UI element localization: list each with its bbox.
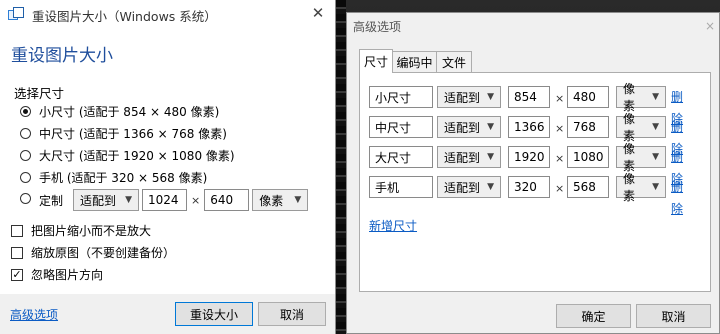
unit-value: 像素 — [623, 142, 636, 173]
delete-link[interactable]: 删除 — [671, 176, 683, 220]
unit-value: 像素 — [623, 112, 636, 143]
chevron-down-icon: ▼ — [294, 195, 302, 205]
checkbox-ignore-orientation[interactable]: ✓ — [11, 268, 23, 281]
page-title: 重设图片大小 — [11, 46, 113, 66]
fit-mode-value: 适配到 — [444, 120, 481, 135]
check-ignore-orientation[interactable]: ✓ 忽略图片方向 — [11, 266, 103, 283]
height-input[interactable]: 768 — [567, 116, 609, 138]
size-name-input[interactable]: 中尺寸 — [369, 116, 433, 138]
size-option-large[interactable]: 大尺寸 (适配于 1920 × 1080 像素) — [20, 147, 235, 164]
sizes-panel: 小尺寸 适配到 ▼ 854 × 480 像素 ▼ 删除 中尺寸 适配到 ▼ 1366 … — [359, 72, 711, 292]
unit-value: 像素 — [623, 82, 636, 113]
chevron-down-icon: ▼ — [652, 122, 659, 132]
chevron-down-icon: ▼ — [125, 195, 133, 205]
chevron-down-icon: ▼ — [487, 92, 494, 102]
chevron-down-icon: ▼ — [487, 122, 494, 132]
size-option-phone[interactable]: 手机 (适配于 320 × 568 像素) — [20, 169, 207, 186]
option-label: 中尺寸 (适配于 1366 × 768 像素) — [39, 127, 227, 141]
custom-label: 定制 — [39, 193, 64, 208]
dialog-footer: 高级选项 重设大小 取消 — [0, 294, 335, 334]
unit-select[interactable]: 像素 ▼ — [252, 189, 309, 211]
chevron-down-icon: ▼ — [652, 152, 659, 162]
fit-mode-select[interactable]: 适配到 ▼ — [437, 146, 501, 168]
size-name-input[interactable]: 手机 — [369, 176, 433, 198]
radio-medium[interactable] — [20, 128, 31, 139]
check-shrink-only[interactable]: 把图片缩小而不是放大 — [11, 222, 151, 239]
resize-button[interactable]: 重设大小 — [175, 302, 253, 326]
unit-value: 像素 — [259, 193, 284, 208]
radio-small[interactable] — [20, 106, 31, 117]
cancel-button[interactable]: 取消 — [636, 304, 711, 328]
option-label: 手机 (适配于 320 × 568 像素) — [39, 171, 208, 185]
ok-button[interactable]: 确定 — [556, 304, 631, 328]
size-name-input[interactable]: 小尺寸 — [369, 86, 433, 108]
unit-select[interactable]: 像素 ▼ — [616, 82, 666, 113]
custom-height-input[interactable]: 640 — [204, 189, 250, 211]
fit-mode-value: 适配到 — [444, 180, 481, 195]
width-input[interactable]: 320 — [508, 176, 550, 198]
resize-dialog: 重设图片大小（Windows 系统） ✕ 重设图片大小 选择尺寸 小尺寸 (适配… — [0, 0, 336, 334]
radio-large[interactable] — [20, 150, 31, 161]
checkbox-replace-original[interactable] — [11, 246, 23, 259]
width-input[interactable]: 854 — [508, 86, 550, 108]
size-option-custom[interactable]: 定制 适配到 ▼ 1024 × 640 像素 ▼ — [20, 189, 309, 211]
window-title: 重设图片大小（Windows 系统） — [32, 8, 217, 24]
fit-mode-select[interactable]: 适配到 ▼ — [437, 176, 501, 198]
tab-file[interactable]: 文件 — [436, 51, 472, 72]
option-label: 小尺寸 (适配于 854 × 480 像素) — [39, 105, 220, 119]
size-section-label: 选择尺寸 — [14, 86, 65, 101]
fit-mode-value: 适配到 — [444, 150, 481, 165]
times-sign: × — [555, 122, 565, 135]
add-size-link[interactable]: 新增尺寸 — [369, 217, 417, 234]
window-title: 高级选项 — [353, 20, 402, 34]
cancel-button[interactable]: 取消 — [258, 302, 326, 326]
fit-mode-select[interactable]: 适配到 ▼ — [73, 189, 140, 211]
height-input[interactable]: 568 — [567, 176, 609, 198]
tab-encoding[interactable]: 编码中 — [392, 51, 437, 72]
fit-mode-select[interactable]: 适配到 ▼ — [437, 86, 501, 108]
times-sign: × — [555, 152, 565, 165]
chevron-down-icon: ▼ — [487, 152, 494, 162]
times-sign: × — [555, 92, 565, 105]
fit-mode-value: 适配到 — [444, 90, 481, 105]
fit-mode-select[interactable]: 适配到 ▼ — [437, 116, 501, 138]
chevron-down-icon: ▼ — [487, 182, 494, 192]
unit-select[interactable]: 像素 ▼ — [616, 142, 666, 173]
background-strip — [336, 0, 346, 334]
checkbox-shrink-only[interactable] — [11, 224, 23, 237]
times-sign: × — [555, 182, 565, 195]
check-label: 忽略图片方向 — [31, 268, 104, 282]
check-label: 把图片缩小而不是放大 — [31, 224, 152, 238]
width-input[interactable]: 1920 — [508, 146, 550, 168]
close-icon[interactable]: ✕ — [311, 6, 325, 21]
size-option-medium[interactable]: 中尺寸 (适配于 1366 × 768 像素) — [20, 125, 227, 142]
height-input[interactable]: 1080 — [567, 146, 609, 168]
chevron-down-icon: ▼ — [652, 92, 659, 102]
resize-app-icon — [8, 7, 24, 23]
custom-width-input[interactable]: 1024 — [142, 189, 188, 211]
fit-mode-value: 适配到 — [80, 193, 117, 208]
title-bar: 重设图片大小（Windows 系统） ✕ — [0, 0, 335, 30]
tab-sizes[interactable]: 尺寸 — [359, 49, 393, 73]
unit-value: 像素 — [623, 172, 636, 203]
check-label: 缩放原图（不要创建备份） — [31, 246, 176, 260]
size-name-input[interactable]: 大尺寸 — [369, 146, 433, 168]
size-option-small[interactable]: 小尺寸 (适配于 854 × 480 像素) — [20, 103, 219, 120]
chevron-down-icon: ▼ — [652, 182, 659, 192]
radio-phone[interactable] — [20, 172, 31, 183]
unit-select[interactable]: 像素 ▼ — [616, 172, 666, 203]
height-input[interactable]: 480 — [567, 86, 609, 108]
close-icon[interactable]: × — [705, 19, 715, 33]
times-sign: × — [191, 193, 201, 207]
unit-select[interactable]: 像素 ▼ — [616, 112, 666, 143]
advanced-options-link[interactable]: 高级选项 — [10, 306, 58, 323]
width-input[interactable]: 1366 — [508, 116, 550, 138]
radio-custom[interactable] — [20, 192, 31, 204]
option-label: 大尺寸 (适配于 1920 × 1080 像素) — [39, 149, 235, 163]
check-replace-original[interactable]: 缩放原图（不要创建备份） — [11, 244, 175, 261]
advanced-options-dialog: 高级选项 × 尺寸 编码中 文件 小尺寸 适配到 ▼ 854 × 480 像素 ▼ … — [346, 12, 720, 334]
